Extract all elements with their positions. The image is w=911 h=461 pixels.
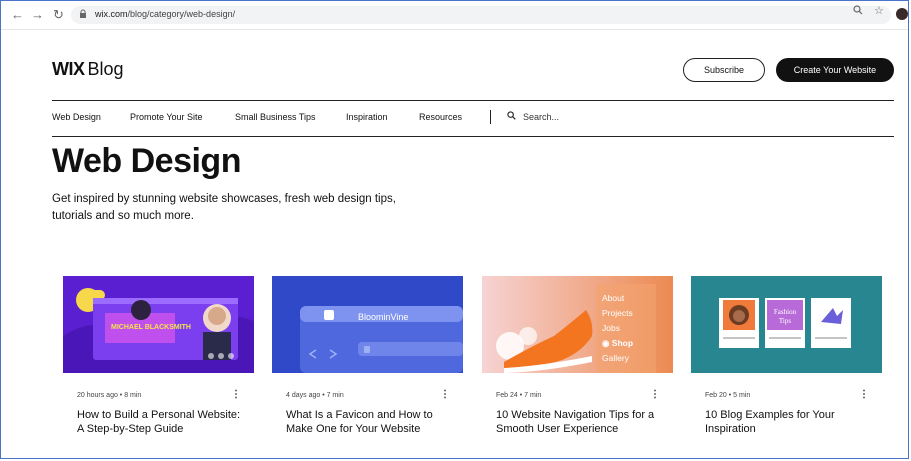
browser-window: ← → ↻ wix.com/blog/category/web-design/ …: [0, 0, 909, 459]
more-options-icon[interactable]: ⋮: [231, 389, 241, 400]
reload-icon[interactable]: ↻: [53, 7, 64, 23]
post-meta: Feb 20 • 5 min: [705, 392, 751, 399]
thumb-caption: Fashion Tips: [773, 308, 797, 325]
brand-wix: WIX: [52, 59, 85, 79]
browser-toolbar: ← → ↻ wix.com/blog/category/web-design/ …: [1, 1, 908, 30]
post-title[interactable]: What Is a Favicon and How to Make One fo…: [286, 409, 451, 436]
post-card[interactable]: About Projects Jobs ◉ Shop Gallery Feb 2…: [482, 276, 673, 456]
thumb-menu-item-label: Shop: [611, 338, 634, 348]
post-thumbnail[interactable]: MICHAEL BLACKSMITH: [63, 276, 254, 373]
post-thumbnail[interactable]: About Projects Jobs ◉ Shop Gallery: [482, 276, 673, 373]
search-icon[interactable]: [507, 111, 516, 120]
post-thumbnail[interactable]: Fashion Tips: [691, 276, 882, 373]
divider: [52, 136, 894, 137]
post-meta: 4 days ago • 7 min: [286, 392, 344, 399]
nav-item-resources[interactable]: Resources: [419, 112, 462, 122]
thumb-menu-item: About: [602, 293, 625, 303]
thumb-menu-item: Gallery: [602, 353, 629, 363]
nav-item-inspiration[interactable]: Inspiration: [346, 112, 388, 122]
brand-blog: Blog: [87, 59, 124, 79]
post-card[interactable]: MICHAEL BLACKSMITH 20 hours ago • 8 min …: [63, 276, 254, 456]
subscribe-button[interactable]: Subscribe: [683, 58, 765, 82]
page-title: Web Design: [52, 142, 241, 180]
profile-avatar[interactable]: [896, 8, 908, 20]
more-options-icon[interactable]: ⋮: [440, 389, 450, 400]
thumb-caption: BloominVine: [358, 312, 409, 322]
thumb-caption: MICHAEL BLACKSMITH: [111, 324, 191, 331]
more-options-icon[interactable]: ⋮: [859, 389, 869, 400]
wix-blog-logo[interactable]: WIX Blog: [52, 59, 124, 80]
back-arrow-icon[interactable]: ←: [11, 7, 24, 23]
address-bar[interactable]: wix.com/blog/category/web-design/: [71, 6, 891, 24]
forward-arrow-icon[interactable]: →: [31, 7, 44, 23]
divider: [52, 100, 894, 101]
post-meta: 20 hours ago • 8 min: [77, 392, 142, 399]
search-input[interactable]: Search...: [523, 112, 559, 122]
url-domain: wix.com: [95, 9, 128, 19]
nav-item-web-design[interactable]: Web Design: [52, 112, 101, 122]
thumb-menu-item: Jobs: [602, 323, 620, 333]
post-title[interactable]: 10 Blog Examples for Your Inspiration: [705, 409, 870, 436]
nav-item-small-business-tips[interactable]: Small Business Tips: [235, 112, 316, 122]
more-options-icon[interactable]: ⋮: [650, 389, 660, 400]
post-meta: Feb 24 • 7 min: [496, 392, 542, 399]
url-path: /blog/category/web-design/: [127, 9, 236, 19]
post-thumbnail[interactable]: BloominVine: [272, 276, 463, 373]
post-title[interactable]: How to Build a Personal Website: A Step-…: [77, 409, 242, 436]
thumb-menu-item: ◉ Shop: [602, 338, 634, 348]
zoom-icon[interactable]: [853, 5, 863, 15]
nav-item-promote-your-site[interactable]: Promote Your Site: [130, 112, 203, 122]
nav-separator: [490, 110, 491, 124]
post-card[interactable]: Fashion Tips Feb 20 • 5 min ⋮ 10 Blog Ex…: [691, 276, 882, 456]
post-card[interactable]: BloominVine 4 days ago • 7 min ⋮ What Is…: [272, 276, 463, 456]
bookmark-star-icon[interactable]: ☆: [874, 4, 884, 17]
create-website-button[interactable]: Create Your Website: [776, 58, 894, 82]
thumb-menu-item: Projects: [602, 308, 633, 318]
post-title[interactable]: 10 Website Navigation Tips for a Smooth …: [496, 409, 661, 436]
page-description: Get inspired by stunning website showcas…: [52, 193, 396, 222]
url-text: wix.com/blog/category/web-design/: [95, 9, 235, 19]
lock-icon: [80, 9, 86, 18]
